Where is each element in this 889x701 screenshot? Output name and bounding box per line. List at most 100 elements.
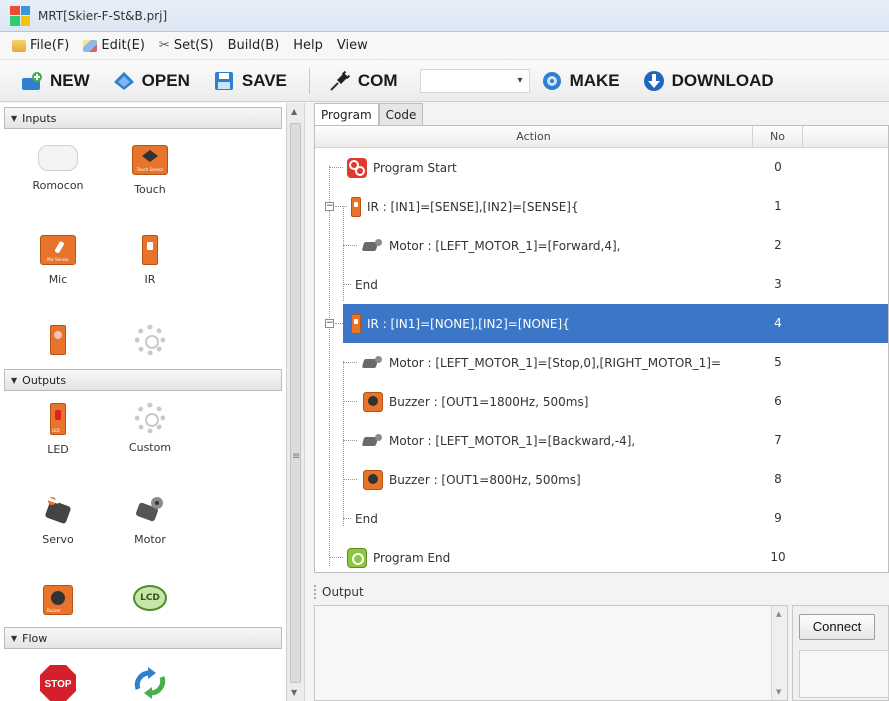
save-button[interactable]: SAVE [212, 70, 287, 92]
new-button[interactable]: NEW [20, 70, 90, 92]
collapse-triangle-icon: ▼ [11, 375, 18, 385]
com-button-label: COM [357, 70, 398, 90]
lcd-icon: LCD [133, 585, 167, 611]
mic-sensor-icon-text: Mic Sensor [47, 257, 69, 262]
table-row[interactable]: Motor : [LEFT_MOTOR_1]=[Backward,-4], 7 [315, 421, 888, 460]
row-number: 4 [774, 316, 782, 330]
palette-item-label: Motor [134, 533, 166, 546]
download-button[interactable]: DOWNLOAD [642, 70, 774, 92]
row-action-text: Program End [373, 550, 451, 565]
menu-file[interactable]: File(F) [12, 38, 69, 53]
connection-status-box [799, 650, 889, 698]
buzzer-icon [363, 391, 383, 412]
open-button[interactable]: OPEN [112, 70, 190, 92]
com-button[interactable]: COM [328, 70, 398, 92]
com-port-select[interactable]: ▾ [419, 68, 530, 93]
make-button-label: MAKE [569, 70, 620, 90]
palette-item-custom-input[interactable] [110, 325, 190, 355]
row-action-text: End [355, 277, 378, 292]
palette-item-romocon[interactable]: Romocon [18, 145, 98, 192]
row-number: 6 [774, 394, 782, 408]
palette-item-ir[interactable]: IR [110, 235, 190, 286]
make-button[interactable]: MAKE [540, 70, 620, 92]
palette-item-buzzer[interactable]: Buzzer [18, 585, 98, 615]
table-row[interactable]: Buzzer : [OUT1=800Hz, 500ms] 8 [315, 460, 888, 499]
palette-item-motor[interactable]: Motor [110, 493, 190, 546]
menu-edit[interactable]: Edit(E) [83, 38, 145, 53]
palette-item-mic[interactable]: Mic Sensor Mic [18, 235, 98, 286]
scrollbar-thumb[interactable] [290, 123, 301, 683]
table-row[interactable]: End 3 [315, 265, 888, 304]
scroll-up-arrow-icon[interactable]: ▲ [776, 610, 781, 618]
palette-item-extra-input[interactable] [18, 325, 98, 355]
table-row[interactable]: Buzzer : [OUT1=1800Hz, 500ms] 6 [315, 382, 888, 421]
collapse-triangle-icon: ▼ [11, 113, 18, 123]
table-row[interactable]: Program End 10 [315, 538, 888, 572]
buzzer-icon-text: Buzzer [47, 608, 61, 613]
buzzer-icon: Buzzer [43, 585, 73, 615]
palette-item-servo[interactable]: Servo [18, 493, 98, 546]
menu-build[interactable]: Build(B) [228, 38, 280, 53]
table-row[interactable]: − IR : [IN1]=[SENSE],[IN2]=[SENSE]{ 1 [315, 187, 888, 226]
menu-set[interactable]: ✂ Set(S) [159, 38, 214, 53]
output-scrollbar[interactable]: ▲ ▼ [771, 606, 787, 700]
palette-item-custom[interactable]: Custom [110, 403, 190, 454]
table-row[interactable]: Program Start 0 [315, 148, 888, 187]
row-number: 9 [774, 511, 782, 525]
row-action-text: IR : [IN1]=[NONE],[IN2]=[NONE]{ [367, 316, 570, 331]
plug-icon [328, 70, 352, 92]
row-action-text: Motor : [LEFT_MOTOR_1]=[Backward,-4], [389, 433, 636, 448]
menu-help[interactable]: Help [293, 38, 323, 53]
palette-item-loop[interactable] [110, 665, 190, 701]
column-header-action[interactable]: Action [315, 126, 753, 148]
table-row[interactable]: Motor : [LEFT_MOTOR_1]=[Stop,0],[RIGHT_M… [315, 343, 888, 382]
table-row[interactable]: End 9 [315, 499, 888, 538]
collapse-triangle-icon: ▼ [11, 633, 18, 643]
row-action-text: End [355, 511, 378, 526]
grid-header: Action No [315, 126, 888, 148]
ir-sensor-icon [351, 196, 361, 217]
row-action-text: Motor : [LEFT_MOTOR_1]=[Stop,0],[RIGHT_M… [389, 355, 722, 370]
connect-button[interactable]: Connect [799, 614, 875, 640]
palette-item-touch[interactable]: Touch Sensor Touch [110, 145, 190, 196]
tree-expander-icon[interactable]: − [325, 319, 334, 328]
column-header-no[interactable]: No [753, 126, 803, 148]
toolbar-separator [308, 67, 310, 94]
palette-item-lcd[interactable]: LCD [110, 585, 190, 611]
servo-icon [41, 493, 75, 525]
scroll-up-arrow-icon[interactable]: ▲ [291, 107, 297, 116]
outputs-section-header[interactable]: ▼ Outputs [4, 369, 282, 391]
output-label: Output [322, 585, 364, 599]
table-row-selected[interactable]: IR : [IN1]=[NONE],[IN2]=[NONE]{ 4 [343, 304, 888, 343]
program-end-icon [347, 547, 367, 568]
scroll-down-arrow-icon[interactable]: ▼ [776, 688, 781, 696]
splitter-grip-icon[interactable]: ≡ [292, 451, 300, 462]
tab-program[interactable]: Program [314, 103, 379, 126]
palette-item-label: Mic [48, 273, 68, 286]
editor-area: Program Code Action No Program Start 0 − [306, 103, 889, 701]
stop-icon-text: STOP [44, 679, 71, 690]
ir-sensor-icon [351, 313, 361, 334]
palette-item-stop[interactable]: STOP [18, 663, 98, 701]
palette-item-led[interactable]: LED LED [18, 403, 98, 456]
motor-icon [363, 355, 383, 370]
touch-sensor-icon: Touch Sensor [132, 145, 168, 175]
menu-view[interactable]: View [337, 38, 368, 53]
menu-build-label: Build(B) [227, 38, 280, 53]
palette-scrollbar[interactable]: ▲ ≡ ▼ [287, 103, 305, 701]
inputs-section-header[interactable]: ▼ Inputs [4, 107, 282, 129]
output-textarea[interactable]: ▲ ▼ [314, 605, 788, 701]
menu-set-label: Set(S) [173, 38, 214, 53]
tab-code[interactable]: Code [378, 103, 424, 125]
palette-item-label: IR [144, 273, 156, 286]
table-row[interactable]: Motor : [LEFT_MOTOR_1]=[Forward,4], 2 [315, 226, 888, 265]
scroll-down-arrow-icon[interactable]: ▼ [291, 688, 297, 697]
tree-expander-icon[interactable]: − [325, 202, 334, 211]
output-panel-header: Output [314, 585, 364, 599]
flow-section-header[interactable]: ▼ Flow [4, 627, 282, 649]
window-title: MRT[Skier-F-St&B.prj] [38, 8, 168, 23]
app-logo-icon [10, 5, 30, 26]
palette-item-label: LED [47, 443, 69, 456]
touch-sensor-icon-text: Touch Sensor [136, 167, 164, 172]
row-number: 7 [774, 433, 782, 447]
